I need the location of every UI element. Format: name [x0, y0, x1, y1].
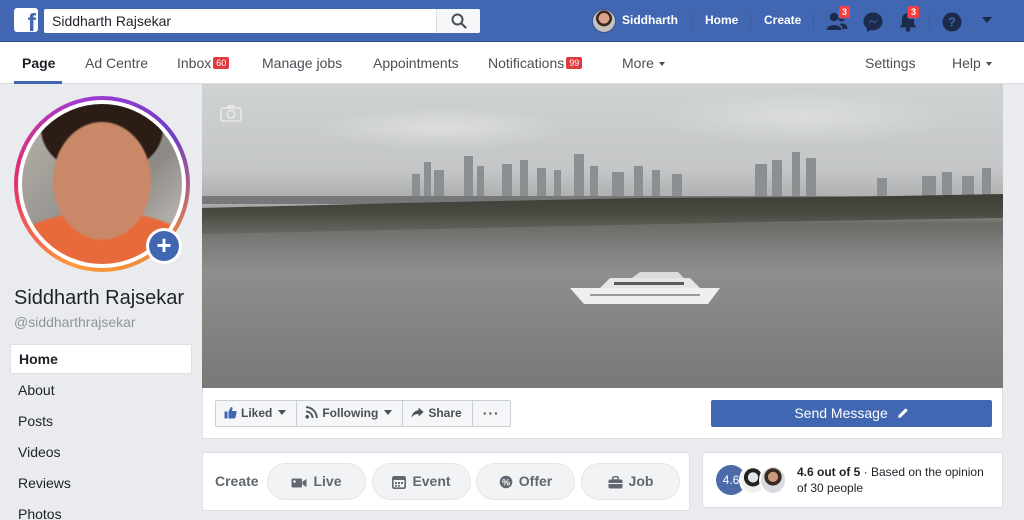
tab-appointments[interactable]: Appointments	[373, 55, 459, 71]
tab-ad-centre[interactable]: Ad Centre	[85, 55, 148, 71]
share-label: Share	[428, 406, 462, 420]
create-link[interactable]: Create	[764, 13, 801, 27]
sidebar-item-reviews[interactable]: Reviews	[10, 468, 192, 499]
chevron-down-icon	[384, 410, 393, 415]
chevron-down-icon	[278, 410, 287, 415]
messenger-icon	[863, 12, 883, 32]
job-label: Job	[628, 473, 654, 489]
create-post-card: Create Live Event % Offer Job	[202, 452, 690, 511]
offer-label: Offer	[518, 473, 553, 489]
send-message-button[interactable]: Send Message	[711, 400, 992, 427]
chevron-down-icon	[985, 62, 992, 66]
facebook-logo[interactable]: f	[14, 8, 38, 32]
video-camera-icon	[291, 478, 307, 488]
share-button[interactable]: Share	[402, 400, 473, 427]
messenger-button[interactable]	[860, 9, 886, 33]
rss-icon	[305, 406, 319, 419]
avatar	[592, 9, 616, 33]
create-event-button[interactable]: Event	[372, 463, 471, 500]
camera-icon[interactable]	[220, 104, 242, 122]
send-message-label: Send Message	[794, 405, 888, 421]
notifications-count-badge: 99	[566, 57, 583, 69]
share-icon	[411, 407, 424, 418]
yacht-image	[570, 272, 720, 304]
help-button[interactable]: ?	[939, 9, 965, 33]
following-button[interactable]: Following	[296, 400, 404, 427]
search-icon	[451, 13, 467, 29]
sidebar-item-posts[interactable]: Posts	[10, 406, 192, 437]
help-icon: ?	[942, 12, 962, 32]
tab-help[interactable]: Help	[952, 55, 992, 71]
top-bar: f Siddharth Home Create 3	[0, 0, 1024, 42]
search-button[interactable]	[436, 9, 480, 33]
chevron-down-icon	[658, 62, 665, 66]
search-box	[44, 9, 480, 33]
divider	[813, 13, 814, 29]
sidebar-item-about[interactable]: About	[10, 375, 192, 406]
tab-settings[interactable]: Settings	[865, 55, 916, 71]
calendar-icon	[392, 475, 407, 489]
tab-page[interactable]: Page	[22, 55, 55, 71]
rating-card[interactable]: 4.6 4.6 out of 5 · Based on the opinion …	[702, 452, 1003, 508]
search-input[interactable]	[44, 9, 434, 33]
svg-text:%: %	[502, 478, 510, 488]
rating-score-text: 4.6 out of 5	[797, 465, 861, 479]
active-tab-indicator	[14, 81, 62, 84]
create-label: Create	[215, 473, 259, 489]
divider	[929, 13, 930, 29]
city-skyline	[202, 152, 1003, 204]
tab-more[interactable]: More	[622, 55, 665, 71]
user-name: Siddharth	[622, 13, 678, 27]
notifications-button[interactable]: 3	[895, 5, 921, 33]
liked-button[interactable]: Liked	[215, 400, 298, 427]
rating-summary: 4.6 out of 5 · Based on the opinion of 3…	[797, 464, 997, 496]
page-username[interactable]: @siddharthrajsekar	[14, 314, 136, 330]
svg-text:?: ?	[948, 15, 956, 30]
inbox-badge: 60	[213, 57, 230, 69]
tab-manage-jobs[interactable]: Manage jobs	[262, 55, 342, 71]
reviewer-avatar	[759, 465, 787, 495]
create-live-button[interactable]: Live	[267, 463, 366, 500]
notifications-badge: 3	[907, 5, 921, 19]
pencil-icon	[897, 408, 908, 418]
account-menu-caret[interactable]	[982, 17, 992, 23]
create-offer-button[interactable]: % Offer	[476, 463, 575, 500]
create-job-button[interactable]: Job	[581, 463, 680, 500]
page-nav: Page Ad Centre Inbox 60 Manage jobs Appoi…	[0, 42, 1024, 84]
divider	[692, 13, 693, 29]
tab-notifications[interactable]: Notifications 99	[488, 55, 583, 71]
plus-icon: +	[149, 231, 179, 261]
page-actions-bar: Liked Following Share ··· Send Message	[202, 388, 1003, 439]
friend-requests-button[interactable]: 3	[824, 5, 852, 33]
more-dots-icon: ···	[482, 405, 500, 421]
page-action-buttons: Liked Following Share ···	[215, 400, 511, 427]
live-label: Live	[313, 473, 342, 489]
add-photo-button[interactable]: +	[146, 228, 182, 264]
friend-requests-badge: 3	[838, 5, 852, 19]
offer-icon: %	[499, 475, 513, 489]
cover-photo[interactable]	[202, 84, 1003, 388]
following-label: Following	[322, 406, 379, 420]
sidebar-item-photos[interactable]: Photos	[10, 499, 192, 520]
page-title: Siddharth Rajsekar	[14, 287, 185, 309]
liked-label: Liked	[241, 406, 273, 420]
thumbs-up-icon	[224, 406, 237, 419]
more-options-button[interactable]: ···	[471, 400, 511, 427]
sidebar-item-videos[interactable]: Videos	[10, 437, 192, 468]
event-label: Event	[412, 473, 451, 489]
sidebar-item-home[interactable]: Home	[10, 344, 192, 374]
sidebar: Home About Posts Videos Reviews Photos	[10, 344, 192, 520]
home-link[interactable]: Home	[705, 13, 738, 27]
tab-inbox[interactable]: Inbox 60	[177, 55, 230, 71]
divider	[750, 13, 751, 29]
briefcase-icon	[608, 476, 623, 489]
